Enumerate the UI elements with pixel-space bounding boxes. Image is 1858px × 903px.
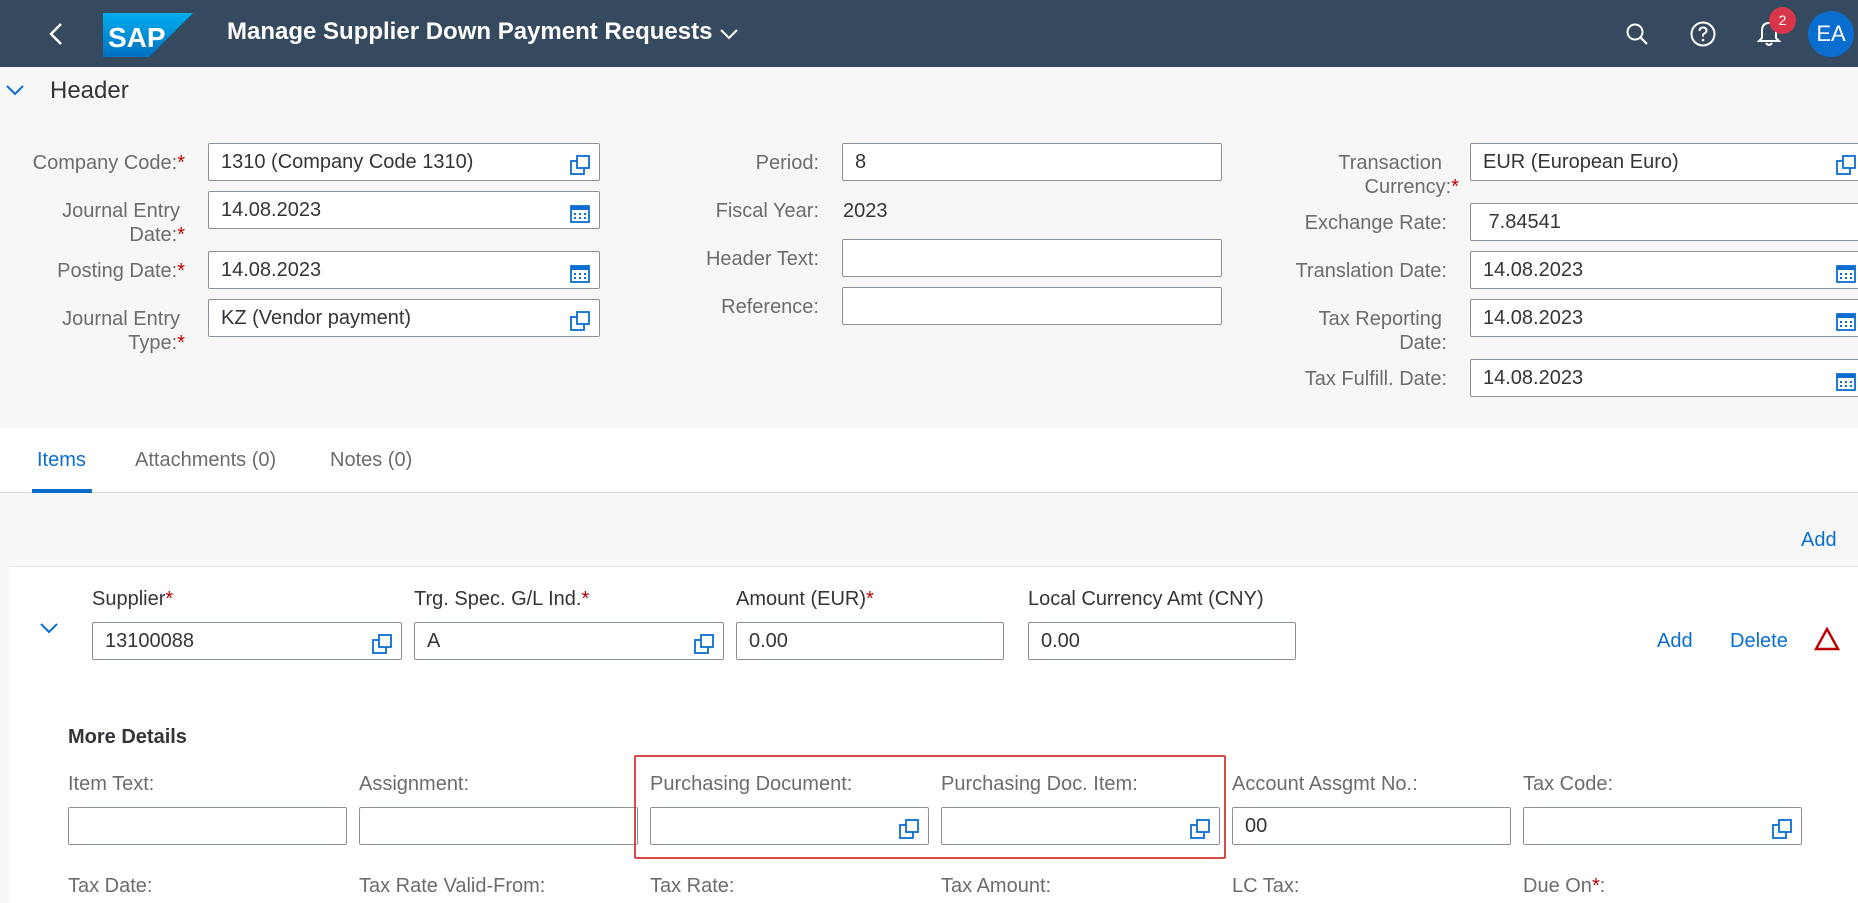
journal-entry-type-label-2: Type:* xyxy=(128,332,185,354)
user-avatar[interactable]: EA xyxy=(1808,11,1854,57)
fiscal-year-value: 2023 xyxy=(843,200,888,222)
account-assignment-label: Account Assgmt No.: xyxy=(1232,773,1418,795)
company-code-label: Company Code:* xyxy=(32,152,185,174)
value-help-icon[interactable] xyxy=(1771,816,1793,852)
header-text-input[interactable] xyxy=(842,239,1222,277)
tax-fulfill-date-label: Tax Fulfill. Date: xyxy=(1304,368,1447,390)
item-text-input[interactable] xyxy=(68,807,347,845)
tax-reporting-date-label-2: Date: xyxy=(1399,332,1447,354)
active-tab-indicator xyxy=(32,489,92,493)
calendar-icon[interactable] xyxy=(1835,368,1857,404)
header-text-label: Header Text: xyxy=(705,248,819,270)
posting-date-label: Posting Date:* xyxy=(57,260,185,282)
exchange-rate-input[interactable]: 7.84541 xyxy=(1470,203,1858,241)
tab-bar xyxy=(0,428,1858,493)
value-help-icon[interactable] xyxy=(569,308,591,344)
value-help-icon[interactable] xyxy=(1835,152,1857,188)
tax-fulfill-date-input[interactable]: 14.08.2023 xyxy=(1470,359,1858,397)
local-currency-amount-input[interactable]: 0.00 xyxy=(1028,622,1296,660)
company-code-input[interactable]: 1310 (Company Code 1310) xyxy=(208,143,600,181)
header-title: Header xyxy=(50,77,129,104)
app-title[interactable]: Manage Supplier Down Payment Requests xyxy=(227,18,712,46)
purchasing-fields-highlight xyxy=(634,755,1226,859)
period-label: Period: xyxy=(755,152,819,174)
collapse-header-icon[interactable] xyxy=(4,82,26,103)
translation-date-label: Translation Date: xyxy=(1295,260,1447,282)
tax-amount-label: Tax Amount: xyxy=(941,875,1052,897)
exchange-rate-label: Exchange Rate: xyxy=(1304,212,1447,234)
warning-icon[interactable] xyxy=(1813,626,1841,656)
value-help-icon[interactable] xyxy=(569,152,591,188)
search-icon[interactable] xyxy=(1625,22,1649,46)
assignment-input[interactable] xyxy=(359,807,638,845)
tax-reporting-date-label: Tax Reporting xyxy=(1318,308,1442,330)
tax-rate-label: Tax Rate: xyxy=(650,875,735,897)
tab-items[interactable]: Items xyxy=(37,449,86,472)
calendar-icon[interactable] xyxy=(569,200,591,236)
tab-notes[interactable]: Notes (0) xyxy=(330,449,412,472)
add-row-button[interactable]: Add xyxy=(1657,630,1693,653)
fiscal-year-label: Fiscal Year: xyxy=(715,200,819,222)
chevron-down-icon[interactable] xyxy=(718,26,740,42)
journal-entry-date-label-2: Date:* xyxy=(129,224,185,246)
journal-entry-type-input[interactable]: KZ (Vendor payment) xyxy=(208,299,600,337)
back-icon[interactable] xyxy=(46,22,68,46)
assignment-label: Assignment: xyxy=(359,773,470,795)
tax-code-label: Tax Code: xyxy=(1523,773,1614,795)
svg-text:SAP: SAP xyxy=(108,22,166,53)
add-item-button[interactable]: Add xyxy=(1801,529,1837,552)
amount-label: Amount (EUR)* xyxy=(736,588,874,610)
translation-date-input[interactable]: 14.08.2023 xyxy=(1470,251,1858,289)
tax-reporting-date-input[interactable]: 14.08.2023 xyxy=(1470,299,1858,337)
due-on-label: Due On*: xyxy=(1523,875,1606,897)
period-input[interactable]: 8 xyxy=(842,143,1222,181)
sap-logo[interactable]: SAP xyxy=(103,13,193,62)
supplier-label: Supplier* xyxy=(92,588,174,610)
journal-entry-date-label: Journal Entry xyxy=(62,200,180,222)
lc-tax-label: LC Tax: xyxy=(1232,875,1300,897)
journal-entry-type-label: Journal Entry xyxy=(62,308,180,330)
posting-date-input[interactable]: 14.08.2023 xyxy=(208,251,600,289)
notification-badge: 2 xyxy=(1769,7,1796,34)
reference-input[interactable] xyxy=(842,287,1222,325)
calendar-icon[interactable] xyxy=(1835,308,1857,344)
help-icon[interactable] xyxy=(1690,21,1716,47)
gl-indicator-label: Trg. Spec. G/L Ind.* xyxy=(414,588,590,610)
journal-entry-date-input[interactable]: 14.08.2023 xyxy=(208,191,600,229)
tax-code-input[interactable] xyxy=(1523,807,1802,845)
local-currency-amount-label: Local Currency Amt (CNY) xyxy=(1028,588,1264,610)
collapse-item-icon[interactable] xyxy=(38,620,60,641)
reference-label: Reference: xyxy=(721,296,819,318)
supplier-input[interactable]: 13100088 xyxy=(92,622,402,660)
gl-indicator-input[interactable]: A xyxy=(414,622,724,660)
account-assignment-input[interactable]: 00 xyxy=(1232,807,1511,845)
calendar-icon[interactable] xyxy=(1835,260,1857,296)
value-help-icon[interactable] xyxy=(371,631,393,667)
item-text-label: Item Text: xyxy=(68,773,155,795)
transaction-currency-label: Transaction xyxy=(1338,152,1442,174)
shell-bar: SAP Manage Supplier Down Payment Request… xyxy=(0,0,1858,67)
tax-date-label: Tax Date: xyxy=(68,875,153,897)
delete-row-button[interactable]: Delete xyxy=(1730,630,1788,653)
amount-input[interactable]: 0.00 xyxy=(736,622,1004,660)
value-help-icon[interactable] xyxy=(693,631,715,667)
tax-rate-valid-from-label: Tax Rate Valid-From: xyxy=(359,875,546,897)
more-details-title: More Details xyxy=(68,726,187,748)
transaction-currency-label-2: Currency:* xyxy=(1364,176,1460,198)
transaction-currency-input[interactable]: EUR (European Euro) xyxy=(1470,143,1858,181)
calendar-icon[interactable] xyxy=(569,260,591,296)
tab-attachments[interactable]: Attachments (0) xyxy=(135,449,276,472)
